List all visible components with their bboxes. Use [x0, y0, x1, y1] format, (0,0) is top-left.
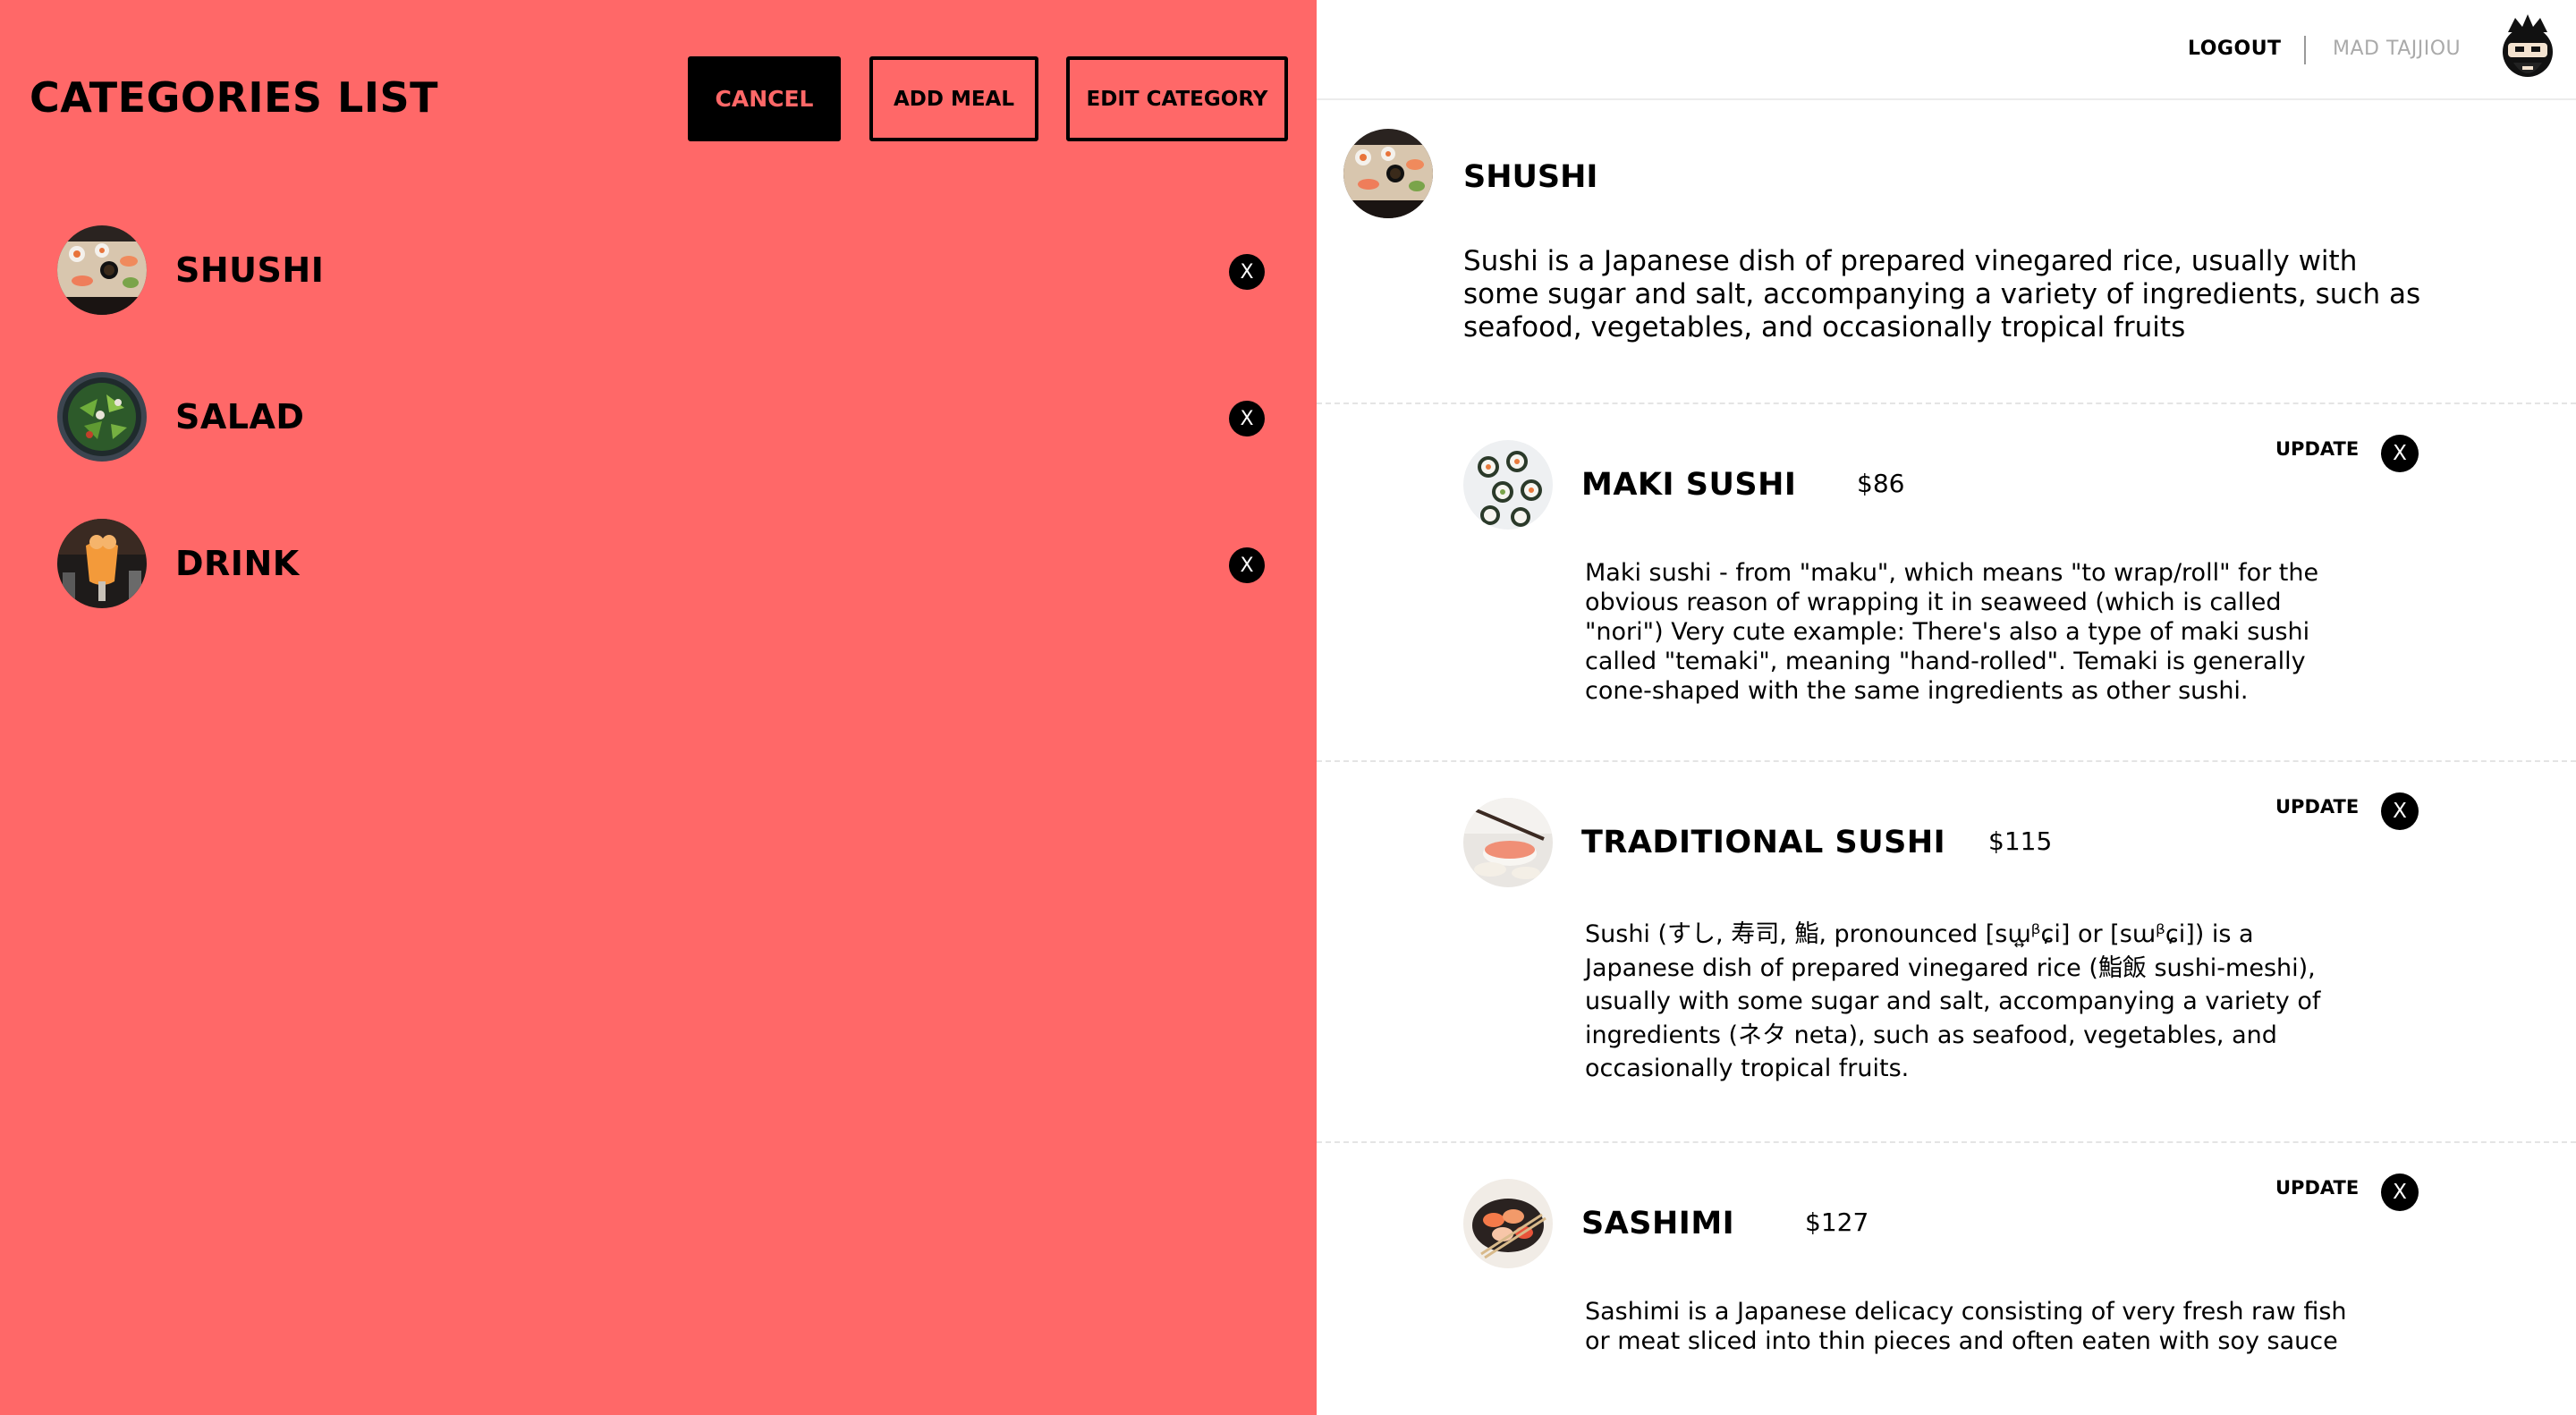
update-meal-button[interactable]: UPDATE	[2275, 1177, 2359, 1199]
page-title: CATEGORIES LIST	[30, 73, 438, 122]
add-meal-button[interactable]: ADD MEAL	[869, 56, 1038, 141]
remove-meal-button[interactable]: X	[2381, 792, 2419, 830]
salad-bowl-icon	[57, 372, 147, 462]
category-label: SHUSHI	[175, 250, 325, 290]
category-header: SHUSHI Sushi is a Japanese dish of prepa…	[1317, 100, 2576, 404]
maki-sushi-image-icon	[1463, 440, 1553, 530]
ninja-avatar-icon[interactable]	[2496, 13, 2560, 86]
category-item-salad[interactable]: SALAD X	[57, 372, 1265, 465]
update-meal-button[interactable]: UPDATE	[2275, 438, 2359, 460]
sushi-plate-icon	[1343, 129, 1433, 218]
meal-name: MAKI SUSHI	[1581, 467, 1797, 503]
sashimi-image-icon	[1463, 1179, 1553, 1268]
traditional-sushi-image-icon	[1463, 798, 1553, 887]
logout-link[interactable]: LOGOUT	[2188, 38, 2282, 60]
edit-category-button[interactable]: EDIT CATEGORY	[1066, 56, 1288, 141]
remove-meal-button[interactable]: X	[2381, 435, 2419, 472]
meal-description: Sashimi is a Japanese delicacy consistin…	[1585, 1298, 2347, 1355]
meal-price: $86	[1857, 469, 1905, 498]
username: MAD TAJJIOU	[2333, 38, 2462, 60]
category-detail-panel: LOGOUT MAD TAJJIOU SHUSHI Sushi is a Jap…	[1317, 0, 2576, 1415]
meal-price: $127	[1805, 1207, 1869, 1237]
category-description: Sushi is a Japanese dish of prepared vin…	[1463, 245, 2421, 343]
category-label: SALAD	[175, 397, 305, 436]
category-item-drink[interactable]: DRINK X	[57, 519, 1265, 612]
meal-description: Maki sushi - from "maku", which means "t…	[1585, 559, 2319, 705]
sushi-plate-icon	[57, 225, 147, 315]
meal-name: TRADITIONAL SUSHI	[1581, 825, 1946, 860]
cancel-button[interactable]: CANCEL	[688, 56, 841, 141]
remove-category-button[interactable]: X	[1229, 254, 1265, 290]
meal-description: Sushi (すし, 寿司, 鮨, pronounced [sɯ͍ᵝɕi] or…	[1585, 920, 2321, 1082]
categories-panel: CATEGORIES LIST CANCEL ADD MEAL EDIT CAT…	[0, 0, 1317, 1415]
remove-category-button[interactable]: X	[1229, 401, 1265, 436]
category-item-shushi[interactable]: SHUSHI X	[57, 225, 1265, 318]
remove-category-button[interactable]: X	[1229, 547, 1265, 583]
update-meal-button[interactable]: UPDATE	[2275, 796, 2359, 818]
meal-price: $115	[1988, 826, 2053, 856]
drink-glass-icon	[57, 519, 147, 608]
meal-name: SASHIMI	[1581, 1206, 1735, 1241]
meal-item: SASHIMI $127 UPDATE X Sashimi is a Japan…	[1317, 1143, 2576, 1415]
top-bar: LOGOUT MAD TAJJIOU	[1317, 0, 2576, 100]
meal-item: MAKI SUSHI $86 UPDATE X Maki sushi - fro…	[1317, 404, 2576, 762]
category-label: DRINK	[175, 544, 300, 583]
meal-item: TRADITIONAL SUSHI $115 UPDATE X Sushi (す…	[1317, 762, 2576, 1143]
category-title: SHUSHI	[1463, 159, 1598, 195]
divider	[2304, 36, 2306, 64]
remove-meal-button[interactable]: X	[2381, 1174, 2419, 1211]
